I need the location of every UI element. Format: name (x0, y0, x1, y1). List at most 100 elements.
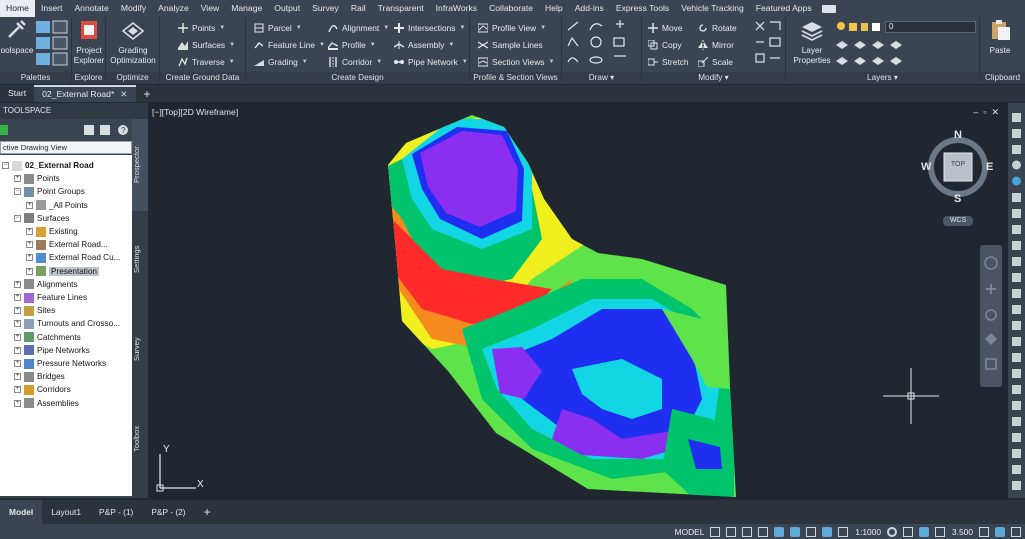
drawing-view-combo[interactable]: ctive Drawing View (0, 141, 132, 154)
current-layer-combo[interactable]: 0 (885, 21, 976, 33)
toolspace-green-icon[interactable] (0, 125, 8, 135)
annotation-visibility-icon[interactable] (822, 526, 833, 537)
tree-item-bridges[interactable]: + Bridges (14, 370, 65, 383)
drawing-viewport[interactable]: [−][Top][2D Wireframe] –▫✕ TOP N S E W W… (148, 103, 1008, 498)
ribbon-tab-help[interactable]: Help (539, 0, 569, 17)
surfaces-button[interactable]: Surfaces ▼ (178, 37, 235, 52)
tree-expander-icon[interactable]: − (14, 188, 21, 196)
tree-expander-icon[interactable]: + (26, 267, 33, 275)
ribbon-tab-collaborate[interactable]: Collaborate (483, 0, 539, 17)
tree-item-corridors[interactable]: + Corridors (14, 383, 71, 396)
tree-item-turnouts-and-crosso[interactable]: + Turnouts and Crosso... (14, 317, 120, 330)
tree-expander-icon[interactable]: + (26, 228, 33, 235)
ribbon-tab-vehicle-tracking[interactable]: Vehicle Tracking (675, 0, 750, 17)
tree-item-point-groups[interactable]: − Point Groups (14, 185, 85, 198)
tree-item--all-points[interactable]: + _All Points (26, 199, 88, 212)
snap-icon[interactable] (726, 526, 737, 537)
isolate-icon[interactable] (919, 526, 930, 537)
layer-state-icons[interactable] (836, 21, 882, 33)
tree-item-sites[interactable]: + Sites (14, 304, 55, 317)
gear-icon[interactable] (887, 526, 898, 537)
draw-tools-icon[interactable] (566, 20, 638, 68)
right-tool-icons[interactable] (1008, 103, 1025, 498)
corridor-button[interactable]: Corridor ▼ (328, 54, 382, 69)
ribbon-tab-insert[interactable]: Insert (35, 0, 69, 17)
tree-item-points[interactable]: + Points (14, 172, 60, 185)
hardware-accel-icon[interactable] (979, 526, 989, 537)
section-views-button[interactable]: Section Views ▼ (478, 54, 554, 69)
grading-button[interactable]: Grading ▼ (254, 54, 308, 69)
sample-lines-button[interactable]: Sample Lines (478, 37, 543, 52)
status-value[interactable]: 3.500 (952, 527, 973, 537)
polar-icon[interactable] (774, 526, 785, 537)
paste-button[interactable]: Paste (982, 19, 1018, 56)
grading-optimization-button[interactable]: Grading Optimization (106, 19, 160, 66)
lineweight-icon[interactable] (806, 526, 817, 537)
tree-item-existing[interactable]: + Existing (26, 225, 78, 238)
palette-grid-icon[interactable] (35, 20, 69, 68)
tree-expander-icon[interactable]: + (14, 307, 21, 315)
ribbon-tab-view[interactable]: View (195, 0, 225, 17)
intersections-button[interactable]: Intersections ▼ (394, 20, 465, 35)
parcel-button[interactable]: Parcel ▼ (254, 20, 302, 35)
model-space-toggle[interactable]: MODEL (675, 527, 705, 537)
tree-item-presentation[interactable]: + Presentation (26, 265, 99, 278)
new-layout-button[interactable]: + (195, 500, 220, 524)
assembly-button[interactable]: Assembly ▼ (394, 37, 454, 52)
close-icon[interactable]: ✕ (120, 89, 127, 99)
ribbon-tab-annotate[interactable]: Annotate (68, 0, 114, 17)
ribbon-tab-express-tools[interactable]: Express Tools (610, 0, 675, 17)
annotation-scale[interactable]: 1:1000 (855, 527, 881, 537)
tree-expander-icon[interactable]: + (14, 386, 21, 394)
tree-expander-icon[interactable]: + (14, 280, 21, 288)
tree-item-surfaces[interactable]: − Surfaces (14, 212, 69, 225)
ribbon-tab-home[interactable]: Home (0, 0, 35, 17)
tree-expander-icon[interactable]: + (26, 241, 33, 249)
tab-pp-1[interactable]: P&P - (1) (90, 500, 142, 524)
scale-button[interactable]: Scale (698, 54, 733, 69)
alignment-button[interactable]: Alignment ▼ (328, 20, 389, 35)
modify-extra-icon[interactable] (754, 20, 782, 68)
tree-expander-icon[interactable]: + (14, 333, 21, 341)
ribbon-tab-transparent[interactable]: Transparent (372, 0, 430, 17)
tab-pp-2[interactable]: P&P - (2) (142, 500, 194, 524)
tree-expander-icon[interactable]: + (14, 373, 21, 381)
tab-external-road[interactable]: 02_External Road* ✕ (34, 85, 136, 102)
viewport-controls-label[interactable]: [−][Top][2D Wireframe] (152, 107, 238, 117)
clean-screen-icon[interactable] (995, 526, 1005, 537)
tree-expander-icon[interactable]: + (14, 175, 21, 183)
tree-expander-icon[interactable]: − (14, 214, 21, 222)
tab-prospector[interactable]: Prospector (132, 119, 148, 211)
ribbon-tab-add-ins[interactable]: Add-ins (569, 0, 610, 17)
viewcube-face[interactable]: TOP (944, 161, 972, 168)
ribbon-tab-output[interactable]: Output (268, 0, 306, 17)
compass-west[interactable]: W (921, 161, 931, 173)
tree-item-external-road-cu[interactable]: + External Road Cu... (26, 251, 120, 264)
annotation-autoscale-icon[interactable] (838, 526, 849, 537)
ortho-icon[interactable] (758, 526, 769, 537)
tab-toolbox[interactable]: Toolbox (132, 399, 148, 479)
project-explorer-button[interactable]: Project Explorer (72, 19, 106, 66)
toolspace-toolbar-icons[interactable]: ? (84, 124, 130, 136)
plus-icon[interactable] (903, 526, 914, 537)
layer-properties-button[interactable]: Layer Properties (792, 19, 832, 66)
tab-survey[interactable]: Survey (132, 309, 148, 389)
new-tab-button[interactable]: + (136, 87, 159, 101)
customize-icon[interactable] (1011, 526, 1021, 537)
ribbon-tab-rail[interactable]: Rail (345, 0, 372, 17)
ribbon-tab-manage[interactable]: Manage (225, 0, 268, 17)
toolspace-button[interactable]: oolspace (0, 19, 34, 56)
ribbon-tab-modify[interactable]: Modify (115, 0, 152, 17)
ribbon-minimize-icon[interactable] (821, 4, 836, 13)
tree-expander-icon[interactable]: + (14, 360, 21, 367)
pan-icon[interactable] (935, 526, 946, 537)
tree-item-alignments[interactable]: + Alignments (14, 278, 78, 291)
tab-start[interactable]: Start (0, 85, 34, 102)
tree-expander-icon[interactable]: − (2, 162, 9, 169)
compass-east[interactable]: E (986, 161, 993, 173)
tab-model[interactable]: Model (0, 500, 43, 524)
ribbon-tab-analyze[interactable]: Analyze (152, 0, 195, 17)
mirror-button[interactable]: Mirror (698, 37, 734, 52)
copy-button[interactable]: Copy (648, 37, 682, 52)
tree-item-pressure-networks[interactable]: + Pressure Networks (14, 357, 106, 370)
